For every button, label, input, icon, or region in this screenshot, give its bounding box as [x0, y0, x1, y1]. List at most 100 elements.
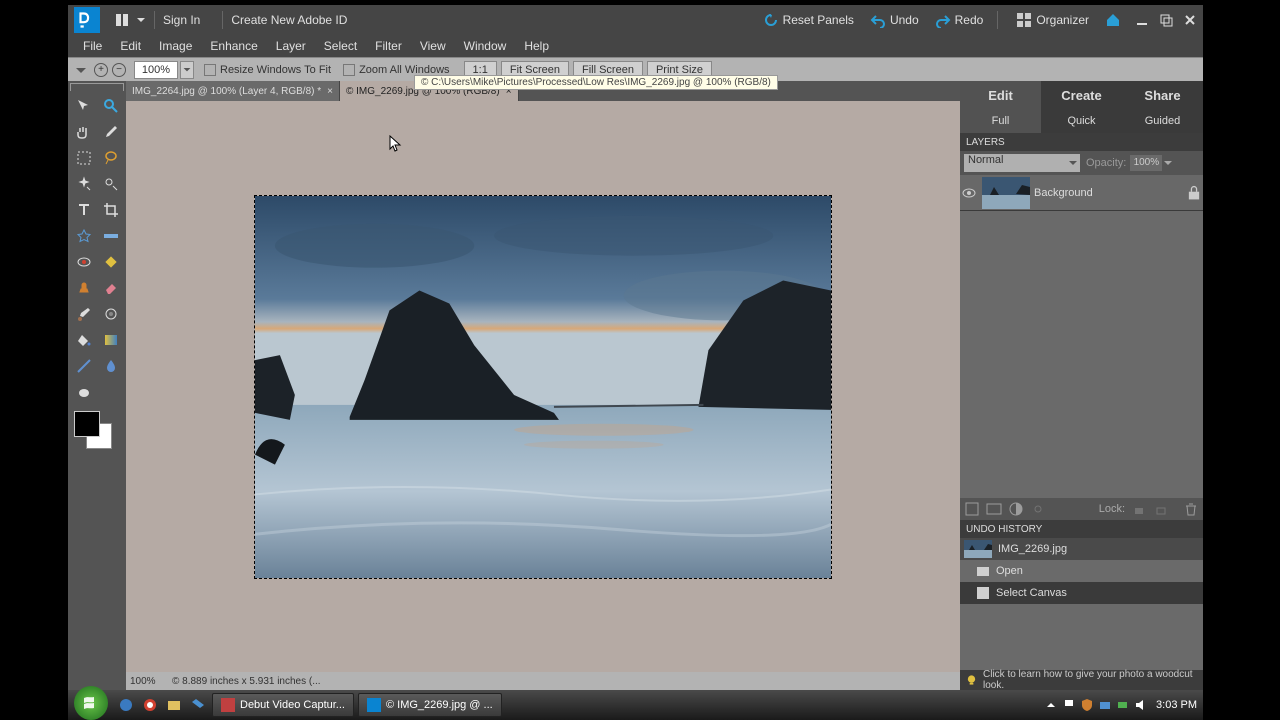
zoom-all-checkbox[interactable]: Zoom All Windows	[343, 64, 449, 76]
close-icon[interactable]	[1183, 13, 1197, 27]
menu-enhance[interactable]: Enhance	[201, 39, 266, 53]
zoom-out-icon[interactable]: −	[112, 63, 126, 77]
organizer-button[interactable]: Organizer	[1012, 12, 1089, 28]
delete-layer-icon[interactable]	[1183, 501, 1199, 517]
panel-tab-create[interactable]: Create	[1041, 81, 1122, 109]
spot-healing-tool[interactable]	[97, 249, 124, 275]
redo-button[interactable]: Redo	[931, 12, 984, 28]
status-zoom[interactable]: 100%	[126, 676, 166, 687]
sponge-tool[interactable]	[70, 379, 97, 405]
layer-name[interactable]: Background	[1034, 187, 1185, 199]
tray-arrow-icon[interactable]	[1044, 698, 1058, 712]
zoom-tool[interactable]	[97, 93, 124, 119]
app-icon[interactable]	[74, 7, 100, 33]
undo-step-open[interactable]: Open	[960, 560, 1203, 582]
zoom-level-dropdown[interactable]	[180, 61, 194, 79]
layer-list[interactable]: Background	[960, 175, 1203, 498]
menu-view[interactable]: View	[411, 39, 455, 53]
straighten-tool[interactable]	[97, 223, 124, 249]
canvas-area[interactable]	[126, 101, 960, 672]
adjustment-layer-icon[interactable]	[1008, 501, 1024, 517]
home-icon[interactable]	[1105, 12, 1121, 28]
link-layers-icon[interactable]	[1030, 501, 1046, 517]
minimize-icon[interactable]	[1135, 13, 1149, 27]
status-info[interactable]: © 8.889 inches x 5.931 inches (...	[166, 676, 940, 687]
paint-bucket-tool[interactable]	[70, 327, 97, 353]
undo-button[interactable]: Undo	[866, 12, 919, 28]
type-tool[interactable]	[70, 197, 97, 223]
tray-network-icon[interactable]	[1098, 698, 1112, 712]
menu-select[interactable]: Select	[315, 39, 366, 53]
subtab-full[interactable]: Full	[960, 109, 1041, 133]
lasso-tool[interactable]	[97, 145, 124, 171]
taskbar-app-pse[interactable]: © IMG_2269.jpg @ ...	[358, 693, 502, 717]
hint-bar[interactable]: Click to learn how to give your photo a …	[960, 670, 1203, 690]
blend-mode-select[interactable]: Normal	[964, 154, 1080, 172]
menu-window[interactable]: Window	[455, 39, 516, 53]
toolbox-handle[interactable]	[70, 83, 124, 91]
crop-tool[interactable]	[97, 197, 124, 223]
lock-all-icon[interactable]	[1131, 501, 1147, 517]
clone-stamp-tool[interactable]	[70, 275, 97, 301]
subtab-guided[interactable]: Guided	[1122, 109, 1203, 133]
tool-options-caret-icon[interactable]	[74, 63, 88, 77]
zoom-level-input[interactable]: 100%	[134, 61, 178, 79]
layer-row-background[interactable]: Background	[960, 175, 1203, 211]
maximize-icon[interactable]	[1159, 13, 1173, 27]
menu-layer[interactable]: Layer	[267, 39, 315, 53]
eraser-tool[interactable]	[97, 275, 124, 301]
arrange-icon[interactable]	[114, 12, 130, 28]
zoom-in-icon[interactable]: +	[94, 63, 108, 77]
menu-edit[interactable]: Edit	[111, 39, 150, 53]
opacity-dropdown-icon[interactable]	[1162, 155, 1174, 171]
menu-image[interactable]: Image	[150, 39, 201, 53]
shape-tool[interactable]	[70, 353, 97, 379]
new-group-icon[interactable]	[986, 501, 1002, 517]
sign-in-link[interactable]: Sign In	[163, 13, 200, 27]
undo-history-list[interactable]: IMG_2269.jpg Open Select Canvas	[960, 538, 1203, 670]
tray-shield-icon[interactable]	[1080, 698, 1094, 712]
smart-brush-tool[interactable]	[97, 301, 124, 327]
close-tab-1-icon[interactable]: ×	[327, 86, 333, 97]
magic-wand-tool[interactable]	[70, 171, 97, 197]
create-adobe-id-link[interactable]: Create New Adobe ID	[231, 13, 347, 27]
hand-tool[interactable]	[70, 119, 97, 145]
taskbar-clock[interactable]: 3:03 PM	[1156, 699, 1197, 711]
eyedropper-tool[interactable]	[97, 119, 124, 145]
ql-explorer-icon[interactable]	[166, 697, 182, 713]
foreground-color[interactable]	[74, 411, 100, 437]
document-tab-1[interactable]: IMG_2264.jpg @ 100% (Layer 4, RGB/8) * ×	[126, 81, 340, 101]
undo-step-select-canvas[interactable]: Select Canvas	[960, 582, 1203, 604]
blur-tool[interactable]	[97, 353, 124, 379]
panel-tab-share[interactable]: Share	[1122, 81, 1203, 109]
subtab-quick[interactable]: Quick	[1041, 109, 1122, 133]
red-eye-tool[interactable]	[70, 249, 97, 275]
tray-battery-icon[interactable]	[1116, 698, 1130, 712]
color-swatches[interactable]	[70, 411, 124, 451]
taskbar-app-debut[interactable]: Debut Video Captur...	[212, 693, 354, 717]
ql-dropbox-icon[interactable]	[190, 697, 206, 713]
system-tray[interactable]: 3:03 PM	[1036, 698, 1203, 712]
menu-filter[interactable]: Filter	[366, 39, 411, 53]
start-button[interactable]	[74, 686, 108, 720]
ql-chrome-icon[interactable]	[142, 697, 158, 713]
move-tool[interactable]	[70, 93, 97, 119]
quick-selection-tool[interactable]	[97, 171, 124, 197]
lock-pixels-icon[interactable]	[1153, 501, 1169, 517]
resize-windows-checkbox[interactable]: Resize Windows To Fit	[204, 64, 331, 76]
arrange-dropdown-icon[interactable]	[136, 15, 146, 25]
layer-thumbnail[interactable]	[982, 177, 1030, 209]
new-layer-icon[interactable]	[964, 501, 980, 517]
lock-icon[interactable]	[1185, 184, 1203, 202]
menu-file[interactable]: File	[74, 39, 111, 53]
tray-volume-icon[interactable]	[1134, 698, 1148, 712]
layer-visibility-toggle[interactable]	[960, 188, 978, 198]
undo-history-source[interactable]: IMG_2269.jpg	[960, 538, 1203, 560]
marquee-tool[interactable]	[70, 145, 97, 171]
ql-ie-icon[interactable]	[118, 697, 134, 713]
opacity-input[interactable]: 100%	[1130, 155, 1162, 171]
brush-tool[interactable]	[70, 301, 97, 327]
cookie-cutter-tool[interactable]	[70, 223, 97, 249]
tray-flag-icon[interactable]	[1062, 698, 1076, 712]
gradient-tool[interactable]	[97, 327, 124, 353]
